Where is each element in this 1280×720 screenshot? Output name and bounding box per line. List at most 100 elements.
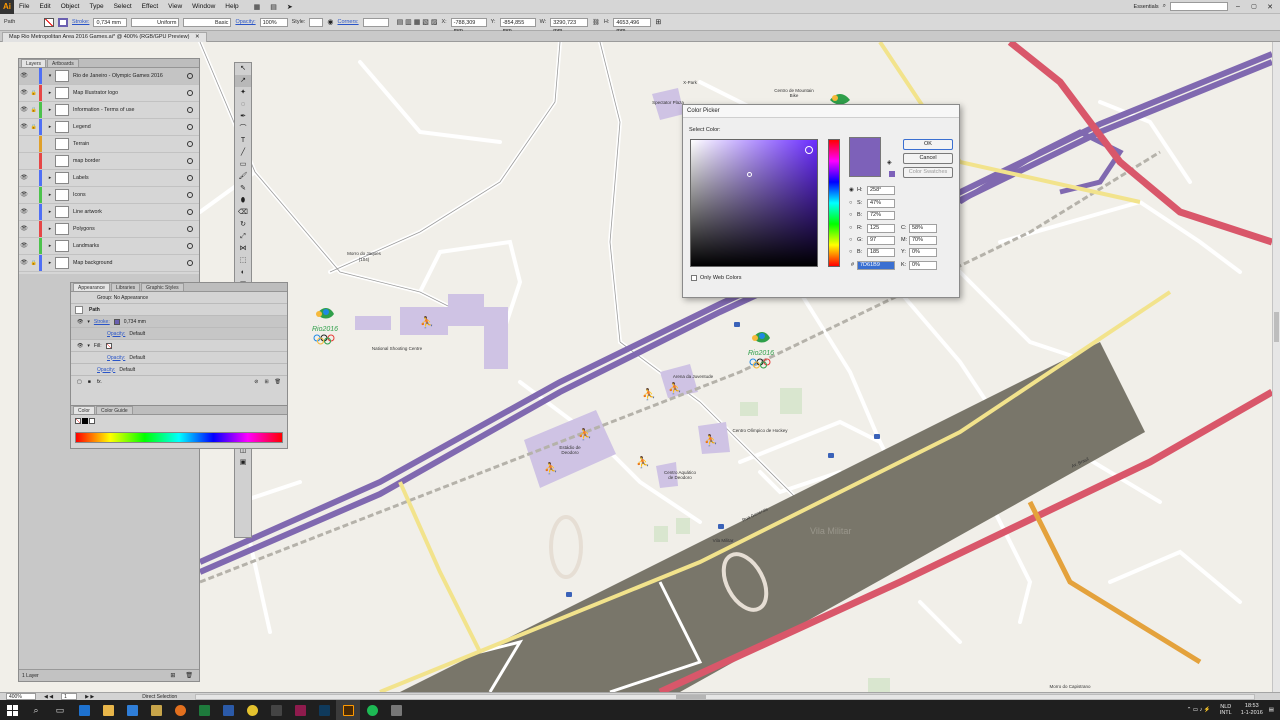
- color-field[interactable]: [690, 139, 818, 267]
- appearance-path-row[interactable]: Path: [71, 304, 287, 316]
- cancel-button[interactable]: Cancel: [903, 153, 953, 164]
- m-field[interactable]: 70%: [909, 236, 937, 245]
- magic-wand-icon[interactable]: ✦: [235, 87, 251, 99]
- layer-row[interactable]: 👁 🔒 ▸ Information - Terms of use: [19, 101, 199, 119]
- layer-name[interactable]: Terrain: [73, 141, 89, 147]
- brush-definition[interactable]: Basic: [183, 17, 232, 27]
- close-icon[interactable]: ✕: [1264, 3, 1276, 11]
- artboard-nav-next[interactable]: ▶ ▶: [85, 694, 94, 700]
- target-icon[interactable]: [187, 191, 193, 198]
- layer-name[interactable]: Information - Terms of use: [73, 107, 134, 113]
- tab-color-guide[interactable]: Color Guide: [95, 406, 133, 414]
- g-radio[interactable]: ○: [849, 237, 852, 243]
- stroke-swatch[interactable]: [58, 17, 68, 27]
- search-icon[interactable]: ⌕: [24, 700, 48, 720]
- blue-radio[interactable]: ○: [849, 249, 852, 255]
- language-indicator[interactable]: NLD INTL: [1217, 704, 1235, 716]
- document-tab[interactable]: Map Rio Metropolitan Area 2016 Games.ai*…: [2, 32, 207, 42]
- only-web-colors-checkbox[interactable]: [691, 275, 697, 281]
- layer-row[interactable]: map border: [19, 152, 199, 170]
- expand-layer-icon[interactable]: ▸: [45, 226, 55, 232]
- expand-layer-icon[interactable]: ▸: [45, 260, 55, 266]
- layer-row[interactable]: 👁 ▸ Landmarks: [19, 237, 199, 255]
- target-icon[interactable]: [187, 174, 193, 181]
- corners-field[interactable]: [362, 17, 389, 27]
- w-field[interactable]: 3290,723 mm: [550, 17, 589, 34]
- target-icon[interactable]: [187, 140, 193, 147]
- layer-name[interactable]: Polygons: [73, 226, 95, 232]
- layer-row[interactable]: Terrain: [19, 135, 199, 153]
- visibility-icon[interactable]: 👁: [19, 259, 29, 266]
- stroke-row-value[interactable]: 0,734 mm: [124, 319, 146, 325]
- visibility-icon[interactable]: 👁: [77, 319, 83, 325]
- free-transform-icon[interactable]: ⬚: [235, 255, 251, 267]
- visibility-icon[interactable]: 👁: [77, 343, 83, 349]
- menu-select[interactable]: Select: [109, 3, 137, 10]
- lasso-icon[interactable]: ◌: [235, 99, 251, 111]
- fill-swatch[interactable]: [44, 17, 54, 27]
- bridge-icon[interactable]: ▦: [254, 3, 261, 11]
- visibility-icon[interactable]: 👁: [19, 225, 29, 232]
- direct-selection-tool-icon[interactable]: ↗: [235, 75, 251, 87]
- expand-layer-icon[interactable]: ▸: [45, 90, 55, 96]
- layer-row[interactable]: 👁 🔒 ▸ Map background: [19, 254, 199, 272]
- expand-layer-icon[interactable]: ▸: [45, 243, 55, 249]
- hex-field[interactable]: 7D61B9: [857, 261, 895, 270]
- visibility-icon[interactable]: 👁: [19, 89, 29, 96]
- expand-icon[interactable]: ▾: [87, 343, 90, 349]
- visibility-icon[interactable]: 👁: [19, 123, 29, 130]
- menu-edit[interactable]: Edit: [34, 3, 55, 10]
- lock-icon[interactable]: 🔒: [29, 90, 39, 96]
- scroll-thumb[interactable]: [1274, 312, 1279, 342]
- ok-button[interactable]: OK: [903, 139, 953, 150]
- menu-object[interactable]: Object: [56, 3, 85, 10]
- edge-icon[interactable]: [72, 700, 96, 720]
- indesign-icon[interactable]: [288, 700, 312, 720]
- layer-row[interactable]: 👁 🔒 ▸ Map Illustrator logo: [19, 84, 199, 102]
- paintbrush-icon[interactable]: 🖌: [235, 171, 251, 183]
- layer-row[interactable]: 👁 ▾ Rio de Janeiro - Olympic Games 2016: [19, 67, 199, 85]
- send-icon[interactable]: ➤: [287, 3, 293, 11]
- visibility-icon[interactable]: 👁: [19, 242, 29, 249]
- hue-slider[interactable]: [828, 139, 840, 267]
- appearance-fill-opacity-row[interactable]: Opacity: Default: [71, 352, 287, 364]
- add-stroke-icon[interactable]: ▢: [77, 379, 82, 385]
- artboard-nav[interactable]: ◀ ◀: [44, 694, 53, 700]
- stroke-opacity-label[interactable]: Opacity:: [107, 331, 125, 337]
- layer-name[interactable]: map border: [73, 158, 100, 164]
- align-icons[interactable]: ▤ ▥ ▦ ▧ ▨: [397, 18, 438, 26]
- menu-file[interactable]: File: [14, 3, 34, 10]
- expand-layer-icon[interactable]: ▸: [45, 124, 55, 130]
- target-icon[interactable]: [187, 157, 193, 164]
- layer-name[interactable]: Line artwork: [73, 209, 102, 215]
- line-tool-icon[interactable]: ╱: [235, 147, 251, 159]
- mail-icon[interactable]: [144, 700, 168, 720]
- appearance-fill-row[interactable]: 👁 ▾ Fill:: [71, 340, 287, 352]
- lock-icon[interactable]: 🔒: [29, 107, 39, 113]
- h-field[interactable]: 4653,496 mm: [613, 17, 652, 34]
- notifications-icon[interactable]: ▤: [1269, 707, 1274, 713]
- visibility-icon[interactable]: 👁: [19, 208, 29, 215]
- terminal-icon[interactable]: [264, 700, 288, 720]
- layer-row[interactable]: 👁 🔒 ▸ Legend: [19, 118, 199, 136]
- target-icon[interactable]: [187, 259, 193, 266]
- s-radio[interactable]: ○: [849, 200, 852, 206]
- tab-artboards[interactable]: Artboards: [47, 59, 79, 67]
- visibility-icon[interactable]: 👁: [19, 72, 29, 79]
- tab-layers[interactable]: Layers: [21, 59, 47, 67]
- transform-icon[interactable]: ⊞: [655, 18, 661, 26]
- artboard-number[interactable]: 1: [61, 693, 78, 700]
- delete-layer-icon[interactable]: 🗑: [185, 672, 193, 679]
- appearance-stroke-row[interactable]: 👁 ▾ Stroke: 0,734 mm: [71, 316, 287, 328]
- chrome-icon[interactable]: [240, 700, 264, 720]
- lock-icon[interactable]: 🔒: [29, 124, 39, 130]
- shape-builder-icon[interactable]: ◐: [235, 267, 251, 279]
- expand-layer-icon[interactable]: ▸: [45, 192, 55, 198]
- width-tool-icon[interactable]: ⋈: [235, 243, 251, 255]
- c-field[interactable]: 58%: [909, 224, 937, 233]
- layer-name[interactable]: Landmarks: [73, 243, 99, 249]
- target-icon[interactable]: [187, 89, 193, 96]
- minimize-icon[interactable]: –: [1232, 3, 1244, 10]
- horizontal-scroll-thumb[interactable]: [676, 694, 707, 699]
- g-field[interactable]: 97: [867, 236, 895, 245]
